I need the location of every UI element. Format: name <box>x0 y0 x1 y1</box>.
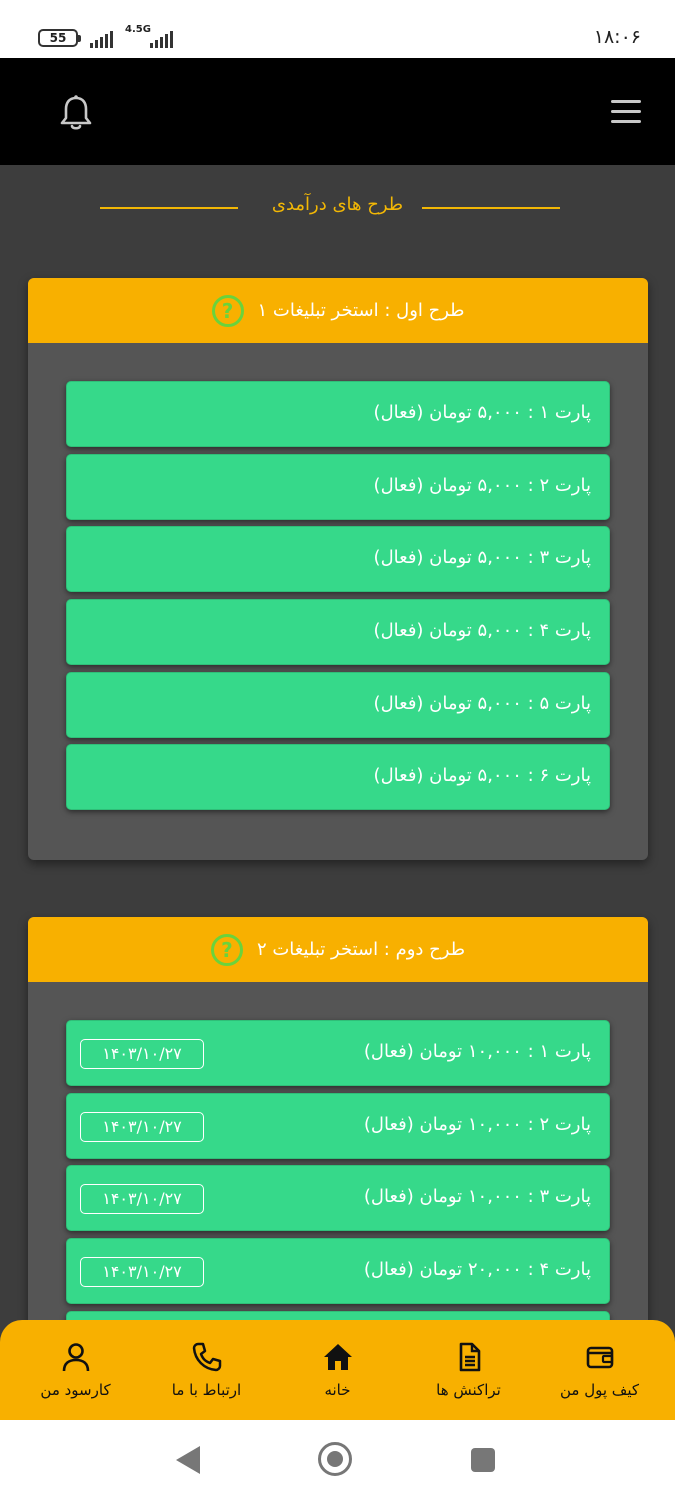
wallet-icon <box>586 1346 613 1369</box>
part-date-badge: ۱۴۰۳/۱۰/۲۷ <box>80 1112 204 1142</box>
system-nav-bar <box>0 1420 675 1500</box>
section-title: طرح های درآمدی <box>0 190 675 226</box>
nav-label: ارتباط با ما <box>171 1381 242 1399</box>
part-label: پارت ۴ : ۵,۰۰۰ تومان (فعال) <box>373 620 591 641</box>
battery-indicator: 55 <box>38 29 81 47</box>
nav-label: کارسود من <box>40 1381 111 1399</box>
section-title-text: طرح های درآمدی <box>271 194 404 215</box>
hamburger-icon[interactable] <box>611 100 641 124</box>
part-label: پارت ۳ : ۱۰,۰۰۰ تومان (فعال) <box>363 1186 591 1207</box>
nav-transactions[interactable]: تراکنش ها <box>409 1341 529 1399</box>
clock: ۱۸:۰۶ <box>593 26 641 48</box>
plan-card-1: طرح اول : استخر تبلیغات ۱ ? پارت ۱ : ۵,۰… <box>28 278 648 860</box>
plan-title: طرح اول : استخر تبلیغات ۱ <box>257 300 465 321</box>
recent-apps-icon[interactable] <box>471 1448 495 1472</box>
part-label: پارت ۶ : ۵,۰۰۰ تومان (فعال) <box>373 765 591 786</box>
part-row[interactable]: پارت ۴ : ۲۰,۰۰۰ تومان (فعال) ۱۴۰۳/۱۰/۲۷ <box>66 1238 610 1304</box>
nav-profile[interactable]: کارسود من <box>16 1341 136 1399</box>
bell-icon[interactable] <box>58 94 94 132</box>
part-row[interactable]: پارت ۳ : ۱۰,۰۰۰ تومان (فعال) ۱۴۰۳/۱۰/۲۷ <box>66 1165 610 1231</box>
part-label: پارت ۲ : ۱۰,۰۰۰ تومان (فعال) <box>363 1114 591 1135</box>
part-row[interactable]: پارت ۵ : ۵,۰۰۰ تومان (فعال) <box>66 672 610 738</box>
plan-title: طرح دوم : استخر تبلیغات ۲ <box>256 939 466 960</box>
plan-card-header: طرح اول : استخر تبلیغات ۱ ? <box>28 278 648 343</box>
part-label: پارت ۱ : ۱۰,۰۰۰ تومان (فعال) <box>363 1041 591 1062</box>
home-button-icon[interactable] <box>318 1442 352 1476</box>
bottom-nav: کیف پول من تراکنش ها خانه ارتباط با ما ک… <box>0 1320 675 1420</box>
part-row[interactable]: پارت ۲ : ۱۰,۰۰۰ تومان (فعال) ۱۴۰۳/۱۰/۲۷ <box>66 1093 610 1159</box>
phone-icon <box>192 1342 221 1372</box>
part-label: پارت ۴ : ۲۰,۰۰۰ تومان (فعال) <box>363 1259 591 1280</box>
document-icon <box>459 1342 480 1372</box>
part-date-badge: ۱۴۰۳/۱۰/۲۷ <box>80 1257 204 1287</box>
signal-icon-2 <box>150 30 173 48</box>
user-icon <box>62 1343 89 1372</box>
part-date-badge: ۱۴۰۳/۱۰/۲۷ <box>80 1039 204 1069</box>
part-row[interactable]: پارت ۶ : ۵,۰۰۰ تومان (فعال) <box>66 744 610 810</box>
part-row[interactable]: پارت ۱ : ۵,۰۰۰ تومان (فعال) <box>66 381 610 447</box>
signal-icon <box>90 30 113 48</box>
back-icon[interactable] <box>176 1446 200 1474</box>
part-label: پارت ۳ : ۵,۰۰۰ تومان (فعال) <box>373 547 591 568</box>
nav-label: تراکنش ها <box>436 1381 501 1399</box>
part-label: پارت ۵ : ۵,۰۰۰ تومان (فعال) <box>373 693 591 714</box>
help-icon[interactable]: ? <box>210 933 243 966</box>
nav-label: خانه <box>324 1381 351 1399</box>
title-divider-right <box>422 207 560 209</box>
part-label: پارت ۲ : ۵,۰۰۰ تومان (فعال) <box>373 475 591 496</box>
part-date-badge: ۱۴۰۳/۱۰/۲۷ <box>80 1184 204 1214</box>
part-row[interactable]: پارت ۲ : ۵,۰۰۰ تومان (فعال) <box>66 454 610 520</box>
help-icon[interactable]: ? <box>211 294 244 327</box>
nav-wallet[interactable]: کیف پول من <box>540 1341 660 1399</box>
plan-card-header: طرح دوم : استخر تبلیغات ۲ ? <box>28 917 648 982</box>
part-row[interactable]: پارت ۱ : ۱۰,۰۰۰ تومان (فعال) ۱۴۰۳/۱۰/۲۷ <box>66 1020 610 1086</box>
app-bar <box>0 58 675 165</box>
network-type: 4.5G <box>125 24 151 35</box>
nav-contact[interactable]: ارتباط با ما <box>147 1341 267 1399</box>
nav-home[interactable]: خانه <box>278 1341 398 1399</box>
part-row[interactable]: پارت ۳ : ۵,۰۰۰ تومان (فعال) <box>66 526 610 592</box>
home-icon <box>323 1344 352 1370</box>
part-label: پارت ۱ : ۵,۰۰۰ تومان (فعال) <box>373 402 591 423</box>
status-bar: 55 4.5G ۱۸:۰۶ <box>0 0 675 58</box>
part-row[interactable]: پارت ۴ : ۵,۰۰۰ تومان (فعال) <box>66 599 610 665</box>
nav-label: کیف پول من <box>559 1381 639 1399</box>
